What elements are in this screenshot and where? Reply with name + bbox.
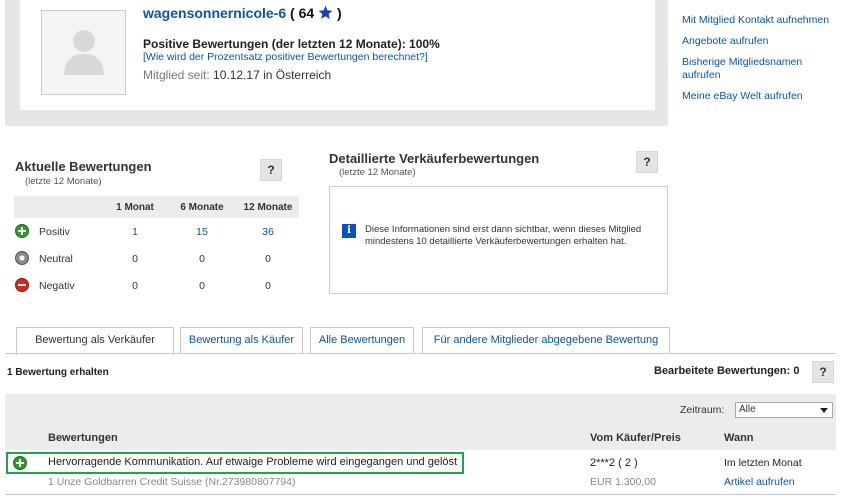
member-name-line: wagensonnernicole-6 ( 64 ) <box>143 5 342 21</box>
feedback-table-header: Bewertungen Vom Käufer/Preis Wann <box>5 426 836 450</box>
member-since: Mitglied seit: 10.12.17 in Österreich <box>143 68 331 82</box>
col-1-month: 1 Monat <box>116 202 154 213</box>
info-icon: i <box>342 224 356 238</box>
positive-icon <box>13 456 27 470</box>
ratings-table: 1 Monat 6 Monate 12 Monate Positiv 1 15 … <box>14 196 299 299</box>
detailed-ratings-box: i Diese Informationen sind erst dann sic… <box>329 186 668 294</box>
ratings-table-header: 1 Monat 6 Monate 12 Monate <box>14 196 299 218</box>
ratings-row-neutral: Neutral 0 0 0 <box>14 245 299 272</box>
positive-1m[interactable]: 1 <box>110 226 160 238</box>
percentage-calc-link[interactable]: [Wie wird der Prozentsatz positiver Bewe… <box>143 51 428 63</box>
neutral-12m: 0 <box>265 253 271 265</box>
negative-12m: 0 <box>265 280 271 292</box>
contact-member-link[interactable]: Mit Mitglied Kontakt aufnehmen <box>682 14 842 27</box>
edited-help-button[interactable]: ? <box>812 361 834 383</box>
feedback-comment: Hervorragende Kommunikation. Auf etwaige… <box>48 456 458 468</box>
my-ebay-world-link[interactable]: Meine eBay Welt aufrufen <box>682 90 842 103</box>
tab-as-seller[interactable]: Bewertung als Verkäufer <box>16 327 174 355</box>
user-silhouette-icon <box>64 30 104 75</box>
score-close: ) <box>336 5 342 21</box>
username-link[interactable]: wagensonnernicole-6 <box>143 5 286 21</box>
current-ratings-subtitle: (letzte 12 Monate) <box>25 176 102 187</box>
member-since-value: 10.12.17 in Österreich <box>213 68 332 82</box>
header-buyer-price: Vom Käufer/Preis <box>590 432 681 444</box>
positive-label: Positiv <box>39 226 70 238</box>
score-open: ( <box>290 5 295 21</box>
header-feedback: Bewertungen <box>48 432 118 444</box>
positive-icon <box>15 224 29 238</box>
negative-label: Negativ <box>39 280 75 292</box>
view-listings-link[interactable]: Angebote aufrufen <box>682 35 842 48</box>
neutral-1m: 0 <box>132 253 138 265</box>
neutral-label: Neutral <box>39 253 73 265</box>
star-icon[interactable] <box>318 5 333 20</box>
period-label: Zeitraum: <box>680 404 725 416</box>
col-6-months: 6 Monate <box>180 202 224 213</box>
tab-as-buyer[interactable]: Bewertung als Käufer <box>180 327 303 354</box>
negative-icon <box>15 278 29 292</box>
ratings-row-positive: Positiv 1 15 36 <box>14 218 299 245</box>
profile-card: wagensonnernicole-6 ( 64 ) Positive Bewe… <box>20 0 655 110</box>
filter-bar: Zeitraum: Alle <box>5 394 836 426</box>
neutral-6m: 0 <box>199 253 205 265</box>
neutral-icon <box>15 251 29 265</box>
feedback-count: 1 Bewertung erhalten <box>7 367 109 378</box>
detailed-ratings-title: Detaillierte Verkäuferbewertungen <box>329 151 540 166</box>
col-12-months: 12 Monate <box>243 202 293 213</box>
chevron-down-icon <box>820 408 828 413</box>
feedback-time: Im letzten Monat <box>724 457 802 469</box>
current-ratings-help-button[interactable]: ? <box>260 159 282 181</box>
tab-divider <box>5 353 836 354</box>
previous-usernames-link[interactable]: Bisherige Mitgliedsnamen aufrufen <box>682 56 842 82</box>
positive-12m[interactable]: 36 <box>243 226 293 238</box>
avatar[interactable] <box>41 10 126 95</box>
positive-6m[interactable]: 15 <box>177 226 227 238</box>
member-since-label: Mitglied seit: <box>143 68 210 82</box>
table-row: Hervorragende Kommunikation. Auf etwaige… <box>5 450 836 495</box>
current-ratings-title: Aktuelle Bewertungen <box>15 159 152 174</box>
ratings-row-negative: Negativ 0 0 0 <box>14 272 299 299</box>
view-item-link[interactable]: Artikel aufrufen <box>724 476 795 488</box>
item-title: 1 Unze Goldbarren Credit Suisse (Nr.2739… <box>48 476 296 488</box>
feedback-score[interactable]: 64 <box>299 5 315 21</box>
tab-feedback-left[interactable]: Für andere Mitglieder abgegebene Bewertu… <box>422 327 670 354</box>
detailed-info-text: Diese Informationen sind erst dann sicht… <box>365 224 642 247</box>
positive-percentage: Positive Bewertungen (der letzten 12 Mon… <box>143 37 440 51</box>
member-actions: Mit Mitglied Kontakt aufnehmen Angebote … <box>682 14 842 111</box>
tab-all-feedback[interactable]: Alle Bewertungen <box>310 327 414 354</box>
negative-1m: 0 <box>132 280 138 292</box>
period-select[interactable]: Alle <box>735 402 833 418</box>
edited-feedback-count: Bearbeitete Bewertungen: 0 <box>654 365 800 377</box>
negative-6m: 0 <box>199 280 205 292</box>
buyer-id: 2***2 ( 2 ) <box>590 457 638 469</box>
period-select-value: Alle <box>739 404 756 415</box>
header-when: Wann <box>724 432 754 444</box>
item-price: EUR 1.300,00 <box>590 476 656 488</box>
detailed-ratings-help-button[interactable]: ? <box>636 151 658 173</box>
detailed-ratings-subtitle: (letzte 12 Monate) <box>339 167 416 178</box>
